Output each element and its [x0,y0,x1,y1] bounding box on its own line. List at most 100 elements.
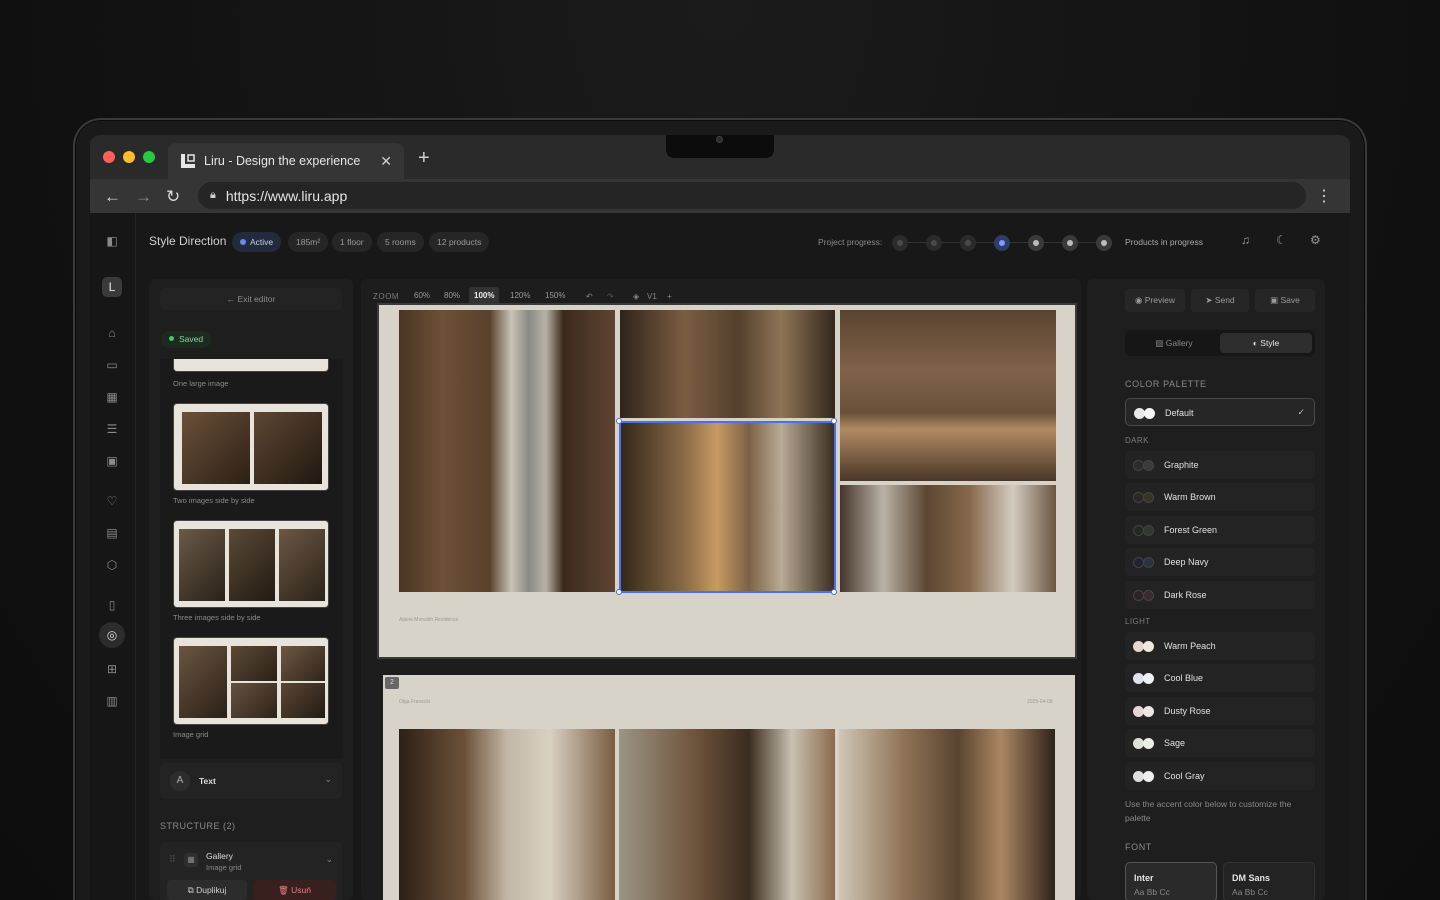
close-tab-icon[interactable]: ✕ [380,153,392,170]
delete-button[interactable]: 🗑︎ Usuń [253,880,336,900]
minimize-window-button[interactable] [123,151,135,163]
browser-tab[interactable]: Liru - Design the experience ✕ [168,143,404,179]
palette-option[interactable]: Warm Peach [1125,632,1315,660]
back-icon[interactable]: ← [104,187,121,207]
page-2[interactable]: 2 Olga Franecki 2025-04-08 [383,675,1075,900]
palette-name: Deep Navy [1164,557,1209,568]
add-version-icon[interactable]: + [667,292,672,301]
font-option-inter[interactable]: Inter Aa Bb Cc [1125,862,1217,900]
palette-option[interactable]: Warm Brown [1125,483,1315,512]
photo-shelves[interactable] [620,310,835,418]
send-button[interactable]: ➤ Send [1191,289,1249,312]
progress-step[interactable] [892,235,908,251]
clipboard-icon[interactable]: ▯ [102,595,122,615]
box-icon[interactable]: ⬡ [102,555,122,575]
save-button[interactable]: ▣ Save [1255,289,1315,312]
palette-option[interactable]: Deep Navy [1125,548,1315,577]
screen: Liru - Design the experience ✕ + ← → ↻ 🔒… [90,135,1350,900]
heart-icon[interactable]: ♡ [102,491,122,511]
drag-handle-icon[interactable]: ⠿ [169,854,176,865]
settings-icon[interactable]: ⚙ [1310,233,1321,247]
home-icon[interactable]: ⌂ [102,323,122,343]
photo-wardrobe[interactable] [840,310,1056,481]
photo-hallway[interactable] [399,310,615,592]
font-option-dm-sans[interactable]: DM Sans Aa Bb Cc [1223,862,1315,900]
layout-thumb-grid[interactable] [173,637,329,725]
page-1[interactable]: Alpine Monolith Residence [377,303,1077,659]
page-date: 2025-04-08 [1027,699,1053,705]
cart-icon[interactable]: ⊞ [102,659,122,679]
url-text: https://www.liru.app [225,187,348,204]
inbox-icon[interactable]: ▭ [102,355,122,375]
resize-handle[interactable] [616,589,622,595]
redo-icon[interactable]: ↷ [607,292,614,301]
layout-thumb-one-large[interactable] [173,359,329,372]
progress-step[interactable] [1096,235,1112,251]
layers-icon[interactable]: ◈ [633,292,639,301]
layout-list: One large image Two images side by side … [160,359,342,759]
photo-living[interactable] [619,729,835,900]
palette-option[interactable]: Dark Rose [1125,580,1315,609]
progress-step[interactable] [1062,235,1078,251]
palette-option[interactable]: Forest Green [1125,515,1315,544]
archive-icon[interactable]: ▥ [102,691,122,711]
calendar-icon[interactable]: ▦ [102,387,122,407]
version-label[interactable]: V1 [647,292,657,301]
structure-item-gallery[interactable]: ⠿ ▦ Gallery Image grid ⌄ ⧉ Duplikuj 🗑︎ U… [160,842,342,900]
document-icon[interactable]: ▤ [102,523,122,543]
new-tab-icon[interactable]: + [418,147,430,170]
palette-option[interactable]: Cool Gray [1125,761,1315,790]
browser-menu-icon[interactable]: ⋮ [1316,186,1332,206]
dark-heading: DARK [1125,436,1149,445]
selection-box [619,421,836,593]
tab-gallery[interactable]: ▨ Gallery [1128,333,1220,353]
progress-step-current[interactable] [994,235,1010,251]
rooms-chip: 5 rooms [377,232,424,252]
text-block-row[interactable]: A Text ⌄ [160,763,342,799]
collapse-sidebar-icon[interactable]: ◧ [102,231,122,251]
list-icon[interactable]: ☰ [102,419,122,439]
url-field[interactable]: 🔒︎ https://www.liru.app [198,182,1306,209]
resize-handle[interactable] [831,589,837,595]
palette-option[interactable]: Graphite [1125,451,1315,479]
workspace-logo-icon[interactable]: L [102,277,122,297]
swatch [1143,705,1154,717]
palette-option[interactable]: Dusty Rose [1125,696,1315,725]
reload-icon[interactable]: ↻ [166,187,180,207]
compass-icon[interactable]: ◎ [99,622,125,648]
photo-closet[interactable] [840,485,1056,592]
palette-name: Warm Peach [1164,641,1216,651]
resize-handle[interactable] [831,418,837,424]
duplicate-button[interactable]: ⧉ Duplikuj [167,880,247,900]
bell-icon[interactable]: ♫ [1241,233,1250,247]
swatch [1143,492,1154,504]
maximize-window-button[interactable] [143,151,155,163]
image-icon[interactable]: ▣ [102,451,122,471]
undo-icon[interactable]: ↶ [586,292,593,301]
progress-label: Project progress: [818,237,883,247]
close-window-button[interactable] [103,151,115,163]
font-sample: Aa Bb Cc [1134,887,1170,897]
palette-default[interactable]: Default ✓ [1125,398,1315,426]
tab-style[interactable]: ◐ Style [1220,333,1312,353]
palette-option[interactable]: Cool Blue [1125,664,1315,693]
photo-dining[interactable] [839,729,1055,900]
progress-step[interactable] [960,235,976,251]
exit-editor-button[interactable]: ← Exit editor [160,288,342,310]
palette-option[interactable]: Sage [1125,729,1315,758]
progress-step[interactable] [926,235,942,251]
progress-step[interactable] [1028,235,1044,251]
layout-thumb-three[interactable] [173,520,329,608]
swatch [1143,460,1154,471]
font-name: DM Sans [1232,873,1271,883]
layout-thumb-two[interactable] [173,403,329,491]
chevron-down-icon[interactable]: ⌄ [324,774,332,785]
photo-window-room[interactable] [399,729,615,900]
palette-name: Dark Rose [1164,589,1207,600]
preview-button[interactable]: ◉ Preview [1125,289,1185,312]
forward-icon[interactable]: → [135,187,152,207]
chevron-down-icon[interactable]: ⌄ [325,854,333,865]
moon-icon[interactable]: ☾ [1276,233,1287,247]
resize-handle[interactable] [616,418,622,424]
lock-icon: 🔒︎ [210,189,216,201]
